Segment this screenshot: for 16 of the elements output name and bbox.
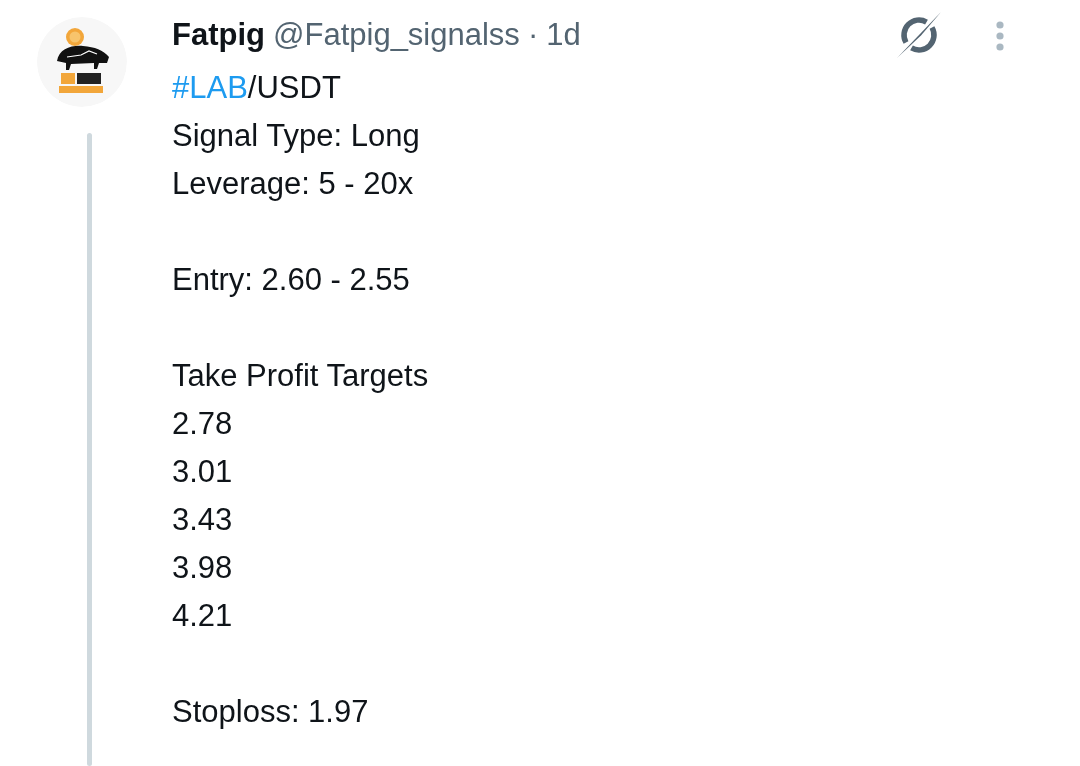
post-time[interactable]: 1d	[546, 11, 581, 59]
post-text: /USDT	[247, 69, 341, 107]
post-text: 3.98	[172, 549, 233, 587]
author-name[interactable]: Fatpig	[172, 11, 265, 59]
author-handle[interactable]: @Fatpig_signalss	[273, 11, 520, 59]
separator-dot: ·	[527, 16, 539, 54]
post-text: 3.43	[172, 501, 233, 539]
avatar-image[interactable]	[37, 17, 127, 107]
post-text: 2.78	[172, 405, 233, 443]
post-text: Leverage: 5 - 20x	[172, 165, 414, 203]
post-text: 4.21	[172, 597, 233, 635]
post-text: Entry: 2.60 - 2.55	[172, 261, 410, 299]
post-text: 3.01	[172, 453, 233, 491]
post-text: Stoploss: 1.97	[172, 693, 369, 731]
post-text: Signal Type: Long	[172, 117, 420, 155]
post-text: Take Profit Targets	[172, 357, 429, 395]
